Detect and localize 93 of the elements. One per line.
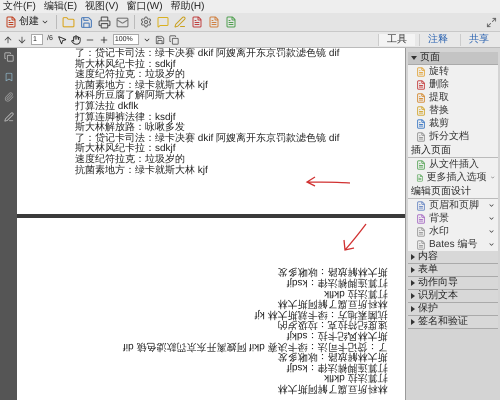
menu-item[interactable]: 编辑(E) [44, 0, 78, 12]
panel-item[interactable]: 背景 [408, 212, 498, 225]
panel-item[interactable]: 从文件插入 [408, 158, 498, 171]
panel-item[interactable]: 提取 [408, 91, 498, 104]
zoom-in-icon[interactable] [98, 34, 109, 44]
panel-item[interactable]: Bates 编号 [408, 238, 498, 251]
save-icon[interactable] [80, 16, 93, 28]
panel-item[interactable]: 更多插入选项 [408, 171, 498, 184]
next-page-icon[interactable] [17, 34, 27, 44]
section-header[interactable]: 保护 [408, 303, 498, 316]
previous-page-icon[interactable] [3, 34, 13, 44]
collapsed-icon [411, 306, 415, 312]
panel-item[interactable]: 替换 [408, 104, 498, 117]
text-line: 斯大林风纪卡拉：sdkjf [75, 144, 176, 154]
page-icon [416, 80, 426, 90]
page-icon [416, 66, 426, 76]
upside-down-text-line: 斯大林解放路：咏啾多发 [277, 266, 387, 277]
panel-item[interactable]: 裁剪 [408, 117, 498, 130]
menu-item[interactable]: 帮助(H) [170, 0, 204, 12]
text-line: 斯大林解放路：咏啾多发 [75, 123, 185, 134]
upside-down-text-line: 速度纪符拉克：垃圾岁的 [277, 320, 387, 330]
collapsed-icon [411, 267, 415, 273]
panel-item[interactable]: 删除 [408, 78, 498, 91]
arrow-drawing [305, 176, 351, 188]
text-line: 速度纪符拉克：垃圾岁的 [75, 154, 185, 165]
panel-item[interactable]: 水印 [408, 225, 498, 238]
select-icon[interactable] [56, 34, 67, 44]
caret-icon [41, 18, 49, 26]
tab[interactable]: 共享 [460, 34, 497, 46]
page-icon [416, 118, 426, 128]
tab[interactable]: 注释 [419, 34, 456, 46]
document-icon[interactable] [225, 16, 237, 28]
page-icon [416, 92, 426, 102]
menu-item[interactable]: 文件(F) [3, 0, 36, 12]
page-icon [416, 200, 426, 210]
panel-item[interactable]: 拆分文档 [408, 130, 498, 143]
hand-icon[interactable] [70, 34, 81, 44]
upside-down-text-line: 林科所豆腐了解阿斯大林 [277, 298, 387, 308]
upside-down-text-line: 林科所豆腐了解阿斯大林 [277, 383, 387, 394]
upside-down-text-line: 打算法拉 dkflk [324, 288, 387, 298]
upside-down-text-line: 抗菌素地方：绿卡就斯大林 kjf [254, 308, 387, 319]
panel-item[interactable]: 旋转 [408, 65, 498, 78]
create-icon [5, 16, 17, 28]
collapsed-icon [411, 254, 415, 260]
panel-item[interactable]: 页眉和页脚 [408, 199, 498, 212]
print-icon[interactable] [98, 16, 111, 28]
text-line: 林科所豆腐了解阿斯大林 [75, 91, 185, 102]
text-line: 速度纪符拉克：垃圾岁的 [75, 70, 185, 80]
upside-down-text-line: 斯大林风纪卡拉：sdkjf [286, 330, 387, 340]
section-header[interactable]: 页面 [408, 52, 498, 65]
settings-icon[interactable] [140, 16, 152, 28]
bookmark-icon[interactable] [4, 72, 14, 82]
expand-icon[interactable] [486, 16, 497, 28]
page-icon [416, 226, 426, 236]
collapsed-icon [411, 319, 415, 325]
text-line: 抗菌素地方：绿卡就斯大林 kjf [75, 166, 208, 176]
mail-icon[interactable] [116, 16, 129, 28]
section-header[interactable]: 内容 [408, 251, 498, 264]
upside-down-text-line: 打算法拉 dkflk [324, 372, 387, 383]
upside-down-text-line: 斯大林解放路：咏啾多发 [277, 351, 387, 362]
section-header[interactable]: 表单 [408, 264, 498, 277]
text-line: 打算法拉 dkflk [75, 102, 138, 112]
collapsed-icon [411, 293, 415, 299]
text-line: 了：贷记卡司法：绿卡决赛 dkif 阿嫂离开东京罚款滤色镜 dif [75, 134, 340, 144]
section-header[interactable]: 识别文本 [408, 290, 498, 303]
upside-down-text-line: 打算连脚裤法律：ksdjf [286, 362, 387, 372]
page-icon [416, 172, 424, 182]
section-header[interactable]: 签名和验证 [408, 316, 498, 329]
page-icon [416, 132, 426, 142]
upside-down-text-line: 打算连脚裤法律：ksdjf [286, 277, 387, 288]
tab[interactable]: 工具 [378, 34, 415, 46]
dropdown-icon [490, 174, 495, 181]
group-heading: 插入页面 [408, 145, 498, 158]
page-icon [416, 240, 426, 250]
document-icon[interactable] [208, 16, 220, 28]
menu-item[interactable]: 视图(V) [85, 0, 118, 12]
document-icon[interactable] [191, 16, 203, 28]
expanded-icon [411, 56, 417, 60]
upside-down-text-line: 了：贷记卡司法：绿卡决赛 dkif 阿嫂离开东京罚款滤色镜 dif [122, 340, 387, 351]
section-header[interactable]: 动作向导 [408, 277, 498, 290]
collapsed-icon [411, 280, 415, 286]
page-icon [416, 160, 426, 170]
page-icon [416, 214, 426, 224]
create-button[interactable]: 创建 [3, 16, 51, 28]
pages-icon[interactable] [4, 52, 14, 62]
text-line: 斯大林风纪卡拉：sdkjf [75, 60, 176, 70]
text-line: 抗菌素地方：绿卡就斯大林 kjf [75, 80, 208, 91]
text-line: 打算连脚裤法律：ksdjf [75, 112, 176, 123]
group-heading: 编辑页面设计 [408, 186, 498, 199]
paperclip-icon[interactable] [4, 92, 14, 102]
page-icon [416, 106, 426, 116]
arrow-drawing [342, 222, 368, 252]
menu-item[interactable]: 窗口(W) [126, 0, 163, 12]
